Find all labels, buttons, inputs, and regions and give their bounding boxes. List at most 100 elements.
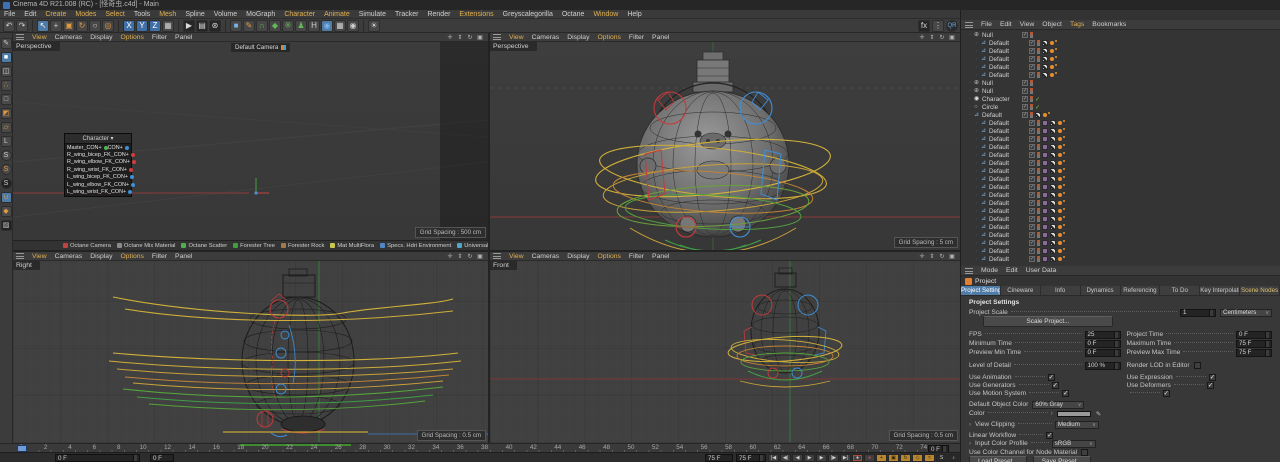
object-name[interactable]: Default [989, 128, 1029, 135]
enable-checkbox-icon[interactable] [1029, 160, 1035, 166]
constraint-tag-icon[interactable] [1058, 224, 1066, 230]
visibility-dots-icon[interactable] [1030, 96, 1033, 102]
transport-button[interactable]: ≈ [924, 454, 935, 462]
constraint-tag-icon[interactable] [1050, 56, 1058, 62]
object-name[interactable]: Default [989, 64, 1029, 71]
enable-checkbox-icon[interactable] [1029, 216, 1035, 222]
object-row[interactable]: · ⊿ Default ✓ [961, 175, 1280, 183]
weight-tag-icon[interactable] [1042, 120, 1048, 126]
toolbar-icon[interactable]: ▶ [183, 19, 195, 32]
viewport-menu-icon[interactable] [493, 253, 501, 259]
object-row[interactable]: · ⊿ Default ✓ [961, 191, 1280, 199]
viewport-menu-item[interactable]: Options [597, 34, 620, 41]
palette-icon[interactable]: S [0, 178, 12, 189]
xpresso-tag-icon[interactable] [1042, 64, 1048, 70]
visibility-dots-icon[interactable] [1030, 112, 1033, 118]
transport-button[interactable]: S [936, 454, 947, 462]
constraint-tag-icon[interactable] [1050, 64, 1058, 70]
object-row[interactable]: · ⊿ Default ✓ [961, 239, 1280, 247]
character-control-row[interactable]: R_wing_bicep_FK_CON+ [65, 151, 135, 158]
color-swatch[interactable] [1056, 410, 1091, 417]
attribute-tab[interactable]: Project Settings [961, 286, 1001, 295]
toolbar-icon[interactable] [115, 19, 119, 32]
viewport-nav-icon[interactable]: ✛ [446, 253, 454, 260]
viewport-nav-icon[interactable]: ▣ [476, 34, 484, 41]
eyedropper-icon[interactable]: ✎ [1096, 410, 1102, 418]
object-name[interactable]: Default [989, 176, 1029, 183]
toolbar-icon[interactable] [175, 19, 179, 32]
menu-item[interactable]: Greyscalegorilla [503, 11, 553, 18]
enable-checkbox-icon[interactable] [1029, 176, 1035, 182]
palette-icon[interactable]: ◆ [0, 206, 12, 217]
constraint-tag-icon[interactable] [1058, 256, 1066, 262]
attribute-tab[interactable]: Scene Nodes [1240, 286, 1280, 295]
enable-checkbox-icon[interactable] [1029, 144, 1035, 150]
weight-tag-icon[interactable] [1042, 232, 1048, 238]
viewport-nav-icon[interactable]: ↻ [466, 253, 474, 260]
menu-item[interactable]: Edit [24, 11, 36, 18]
viewport-label[interactable]: Perspective [13, 42, 60, 51]
viewport-nav-icon[interactable]: ▣ [476, 253, 484, 260]
mode-bar-item[interactable]: Edit [1006, 267, 1018, 274]
object-name[interactable]: Character [982, 96, 1022, 103]
render-lod-checkbox[interactable] [1193, 362, 1201, 369]
object-row[interactable]: · ⊿ Default ✓ [961, 63, 1280, 71]
toolbar-icon[interactable]: ↻ [76, 19, 88, 32]
object-row[interactable]: · ⊿ Default ✓ [961, 47, 1280, 55]
character-control-row[interactable]: Master_CON+ CON+ [65, 144, 131, 151]
visibility-dots-icon[interactable] [1030, 32, 1033, 38]
weight-tag-icon[interactable] [1042, 152, 1048, 158]
xpresso-tag-icon[interactable] [1042, 40, 1048, 46]
octane-dock-item[interactable]: Mat MultiFlora [330, 243, 374, 249]
menu-item[interactable]: Window [593, 11, 618, 18]
object-row[interactable]: · ⊿ Default ✓ [961, 247, 1280, 255]
xpresso-tag-icon[interactable] [1050, 120, 1056, 126]
constraint-tag-icon[interactable] [1058, 216, 1066, 222]
viewport-nav-icon[interactable]: ⇕ [928, 34, 936, 41]
xpresso-tag-icon[interactable] [1050, 200, 1056, 206]
object-name[interactable]: Null [982, 80, 1022, 87]
viewport-right[interactable]: View Cameras Display Options Filter Panel ✛ ⇕ ↻… [13, 252, 488, 443]
palette-icon[interactable]: ✎ [0, 38, 12, 49]
viewport-menu-item[interactable]: Options [597, 253, 620, 260]
toolbar-icon[interactable]: Y [136, 19, 148, 32]
current-frame-field[interactable]: 0 F [55, 454, 140, 462]
character-control-row[interactable]: L_wing_elbow_FK_CON+ [65, 181, 136, 188]
enable-checkbox-icon[interactable] [1029, 56, 1035, 62]
stepper-icon[interactable] [1265, 331, 1269, 338]
palette-icon[interactable]: S [0, 150, 12, 161]
constraint-tag-icon[interactable] [1058, 176, 1066, 182]
object-row[interactable]: · ⊕ Null ✓ [961, 79, 1280, 87]
octane-dock-item[interactable]: Octane Scatter [181, 243, 227, 249]
xpresso-tag-icon[interactable] [1050, 248, 1056, 254]
object-name[interactable]: Default [989, 192, 1029, 199]
weight-tag-icon[interactable] [1042, 128, 1048, 134]
visibility-dots-icon[interactable] [1037, 160, 1040, 166]
enable-checkbox-icon[interactable] [1029, 232, 1035, 238]
project-scale-field[interactable]: 1 [1180, 308, 1216, 317]
viewport-nav-icon[interactable]: ⇕ [456, 253, 464, 260]
viewport-menu-item[interactable]: Options [120, 253, 143, 260]
transport-button[interactable]: ▶| [840, 454, 851, 462]
menu-item[interactable]: Spline [185, 11, 204, 18]
visibility-dots-icon[interactable] [1030, 88, 1033, 94]
stepper-icon[interactable] [133, 455, 137, 461]
octane-dock-item[interactable]: Octane Camera [63, 243, 111, 249]
toolbar-icon[interactable]: Z [149, 19, 161, 32]
menu-item[interactable]: Modes [75, 11, 96, 18]
xpresso-tag-icon[interactable] [1050, 168, 1056, 174]
viewport-nav-icon[interactable]: ↻ [938, 34, 946, 41]
viewport-canvas[interactable]: Perspective Grid Spacing: 5 cm [490, 42, 960, 250]
octane-dock-item[interactable]: Specs. Hdri Environment [380, 243, 451, 249]
palette-icon[interactable]: ∴ [0, 80, 12, 91]
xpresso-tag-icon[interactable] [1050, 208, 1056, 214]
toolbar-icon[interactable]: ▤ [196, 19, 208, 32]
xpresso-tag-icon[interactable] [1050, 128, 1056, 134]
enable-checkbox-icon[interactable] [1022, 88, 1028, 94]
constraint-tag-icon[interactable] [1058, 248, 1066, 254]
default-object-color-dropdown[interactable]: 60% Gray ∨ [1032, 400, 1085, 409]
object-name[interactable]: Null [982, 88, 1022, 95]
attribute-tab[interactable]: Dynamics [1080, 286, 1121, 295]
constraint-tag-icon[interactable] [1050, 48, 1058, 54]
toolbar-icon[interactable]: ♟ [295, 19, 307, 32]
